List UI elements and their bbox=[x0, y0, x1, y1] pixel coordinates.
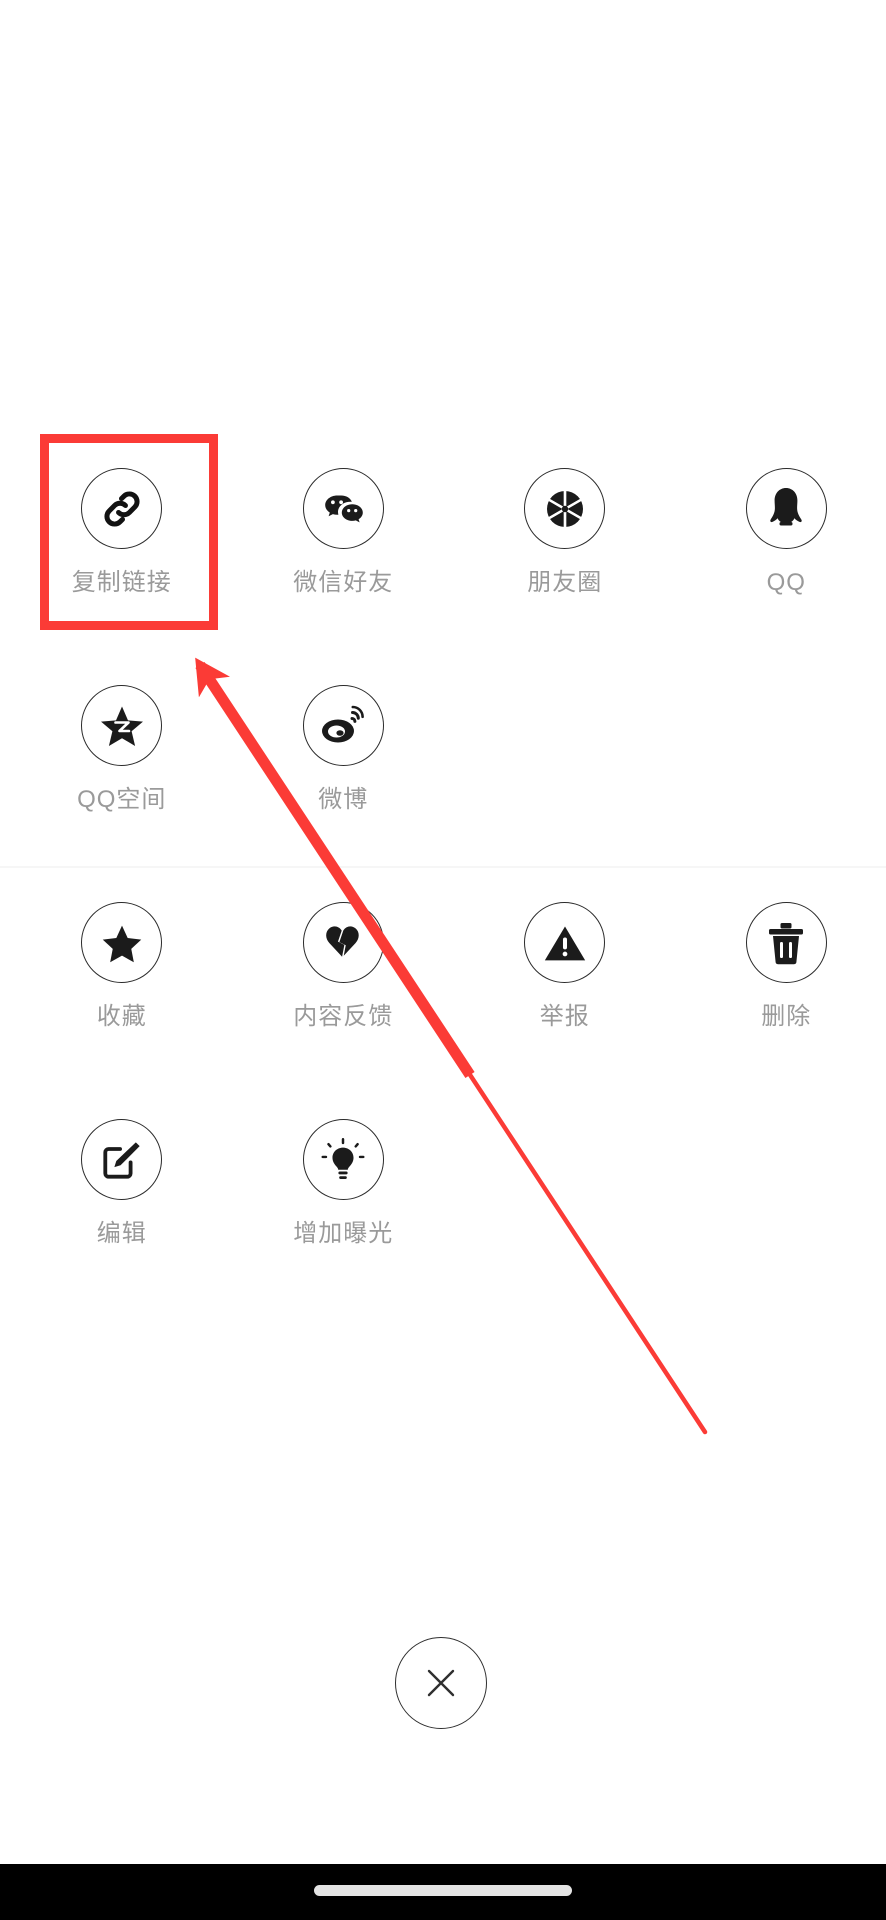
action-item-label: 编辑 bbox=[96, 1220, 147, 1247]
action-item-label: 删除 bbox=[761, 1003, 812, 1030]
action-item-label: 内容反馈 bbox=[293, 1003, 394, 1030]
link-icon bbox=[81, 468, 163, 549]
share-item-moments[interactable]: 朋友圈 bbox=[465, 435, 665, 652]
share-item-label: QQ bbox=[766, 569, 806, 596]
home-indicator[interactable] bbox=[314, 1885, 572, 1896]
share-item-label: 复制链接 bbox=[71, 569, 172, 596]
action-row-1: 收藏 内容反馈 举报 删除 bbox=[0, 869, 886, 1086]
qq-penguin-icon bbox=[745, 468, 827, 549]
warning-triangle-icon bbox=[524, 902, 606, 983]
share-item-weibo[interactable]: 微博 bbox=[244, 652, 444, 869]
share-item-copy-link[interactable]: 复制链接 bbox=[22, 435, 222, 652]
qzone-star-icon bbox=[81, 685, 163, 766]
share-item-label: QQ空间 bbox=[77, 786, 167, 813]
share-item-label: 朋友圈 bbox=[527, 569, 603, 596]
wechat-icon bbox=[302, 468, 384, 549]
action-item-label: 举报 bbox=[539, 1003, 590, 1030]
share-item-label: 微信好友 bbox=[293, 569, 394, 596]
share-item-qzone[interactable]: QQ空间 bbox=[22, 652, 222, 869]
trash-icon bbox=[745, 902, 827, 983]
action-item-edit[interactable]: 编辑 bbox=[22, 1086, 222, 1303]
close-button[interactable] bbox=[395, 1637, 487, 1729]
moments-aperture-icon bbox=[524, 468, 606, 549]
share-item-label: 微博 bbox=[318, 786, 369, 813]
share-item-wechat[interactable]: 微信好友 bbox=[244, 435, 444, 652]
action-item-boost-exposure[interactable]: 增加曝光 bbox=[244, 1086, 444, 1303]
system-navigation-bar bbox=[0, 1864, 886, 1920]
lightbulb-icon bbox=[302, 1119, 384, 1200]
star-icon bbox=[81, 902, 163, 983]
actions-section: 收藏 内容反馈 举报 删除 编辑 增加曝光 bbox=[0, 869, 886, 1303]
action-item-report[interactable]: 举报 bbox=[465, 869, 665, 1086]
broken-heart-icon bbox=[302, 902, 384, 983]
weibo-icon bbox=[302, 685, 384, 766]
edit-pencil-icon bbox=[81, 1119, 163, 1200]
share-action-sheet: 复制链接 微信好友 朋友圈 QQ QQ空间 微博 收藏 内容反馈 举报 删除 编… bbox=[0, 0, 886, 1864]
share-item-qq[interactable]: QQ bbox=[687, 435, 886, 652]
share-row-2: QQ空间 微博 bbox=[0, 652, 886, 869]
action-row-2: 编辑 增加曝光 bbox=[0, 1086, 886, 1303]
action-item-label: 增加曝光 bbox=[293, 1220, 394, 1247]
share-targets-section: 复制链接 微信好友 朋友圈 QQ QQ空间 微博 bbox=[0, 435, 886, 869]
share-row-1: 复制链接 微信好友 朋友圈 QQ bbox=[0, 435, 886, 652]
action-item-delete[interactable]: 删除 bbox=[687, 869, 886, 1086]
action-item-label: 收藏 bbox=[96, 1003, 147, 1030]
action-item-favorite[interactable]: 收藏 bbox=[22, 869, 222, 1086]
close-x-icon bbox=[427, 1669, 455, 1697]
action-item-content-feedback[interactable]: 内容反馈 bbox=[244, 869, 444, 1086]
section-divider bbox=[0, 866, 886, 868]
